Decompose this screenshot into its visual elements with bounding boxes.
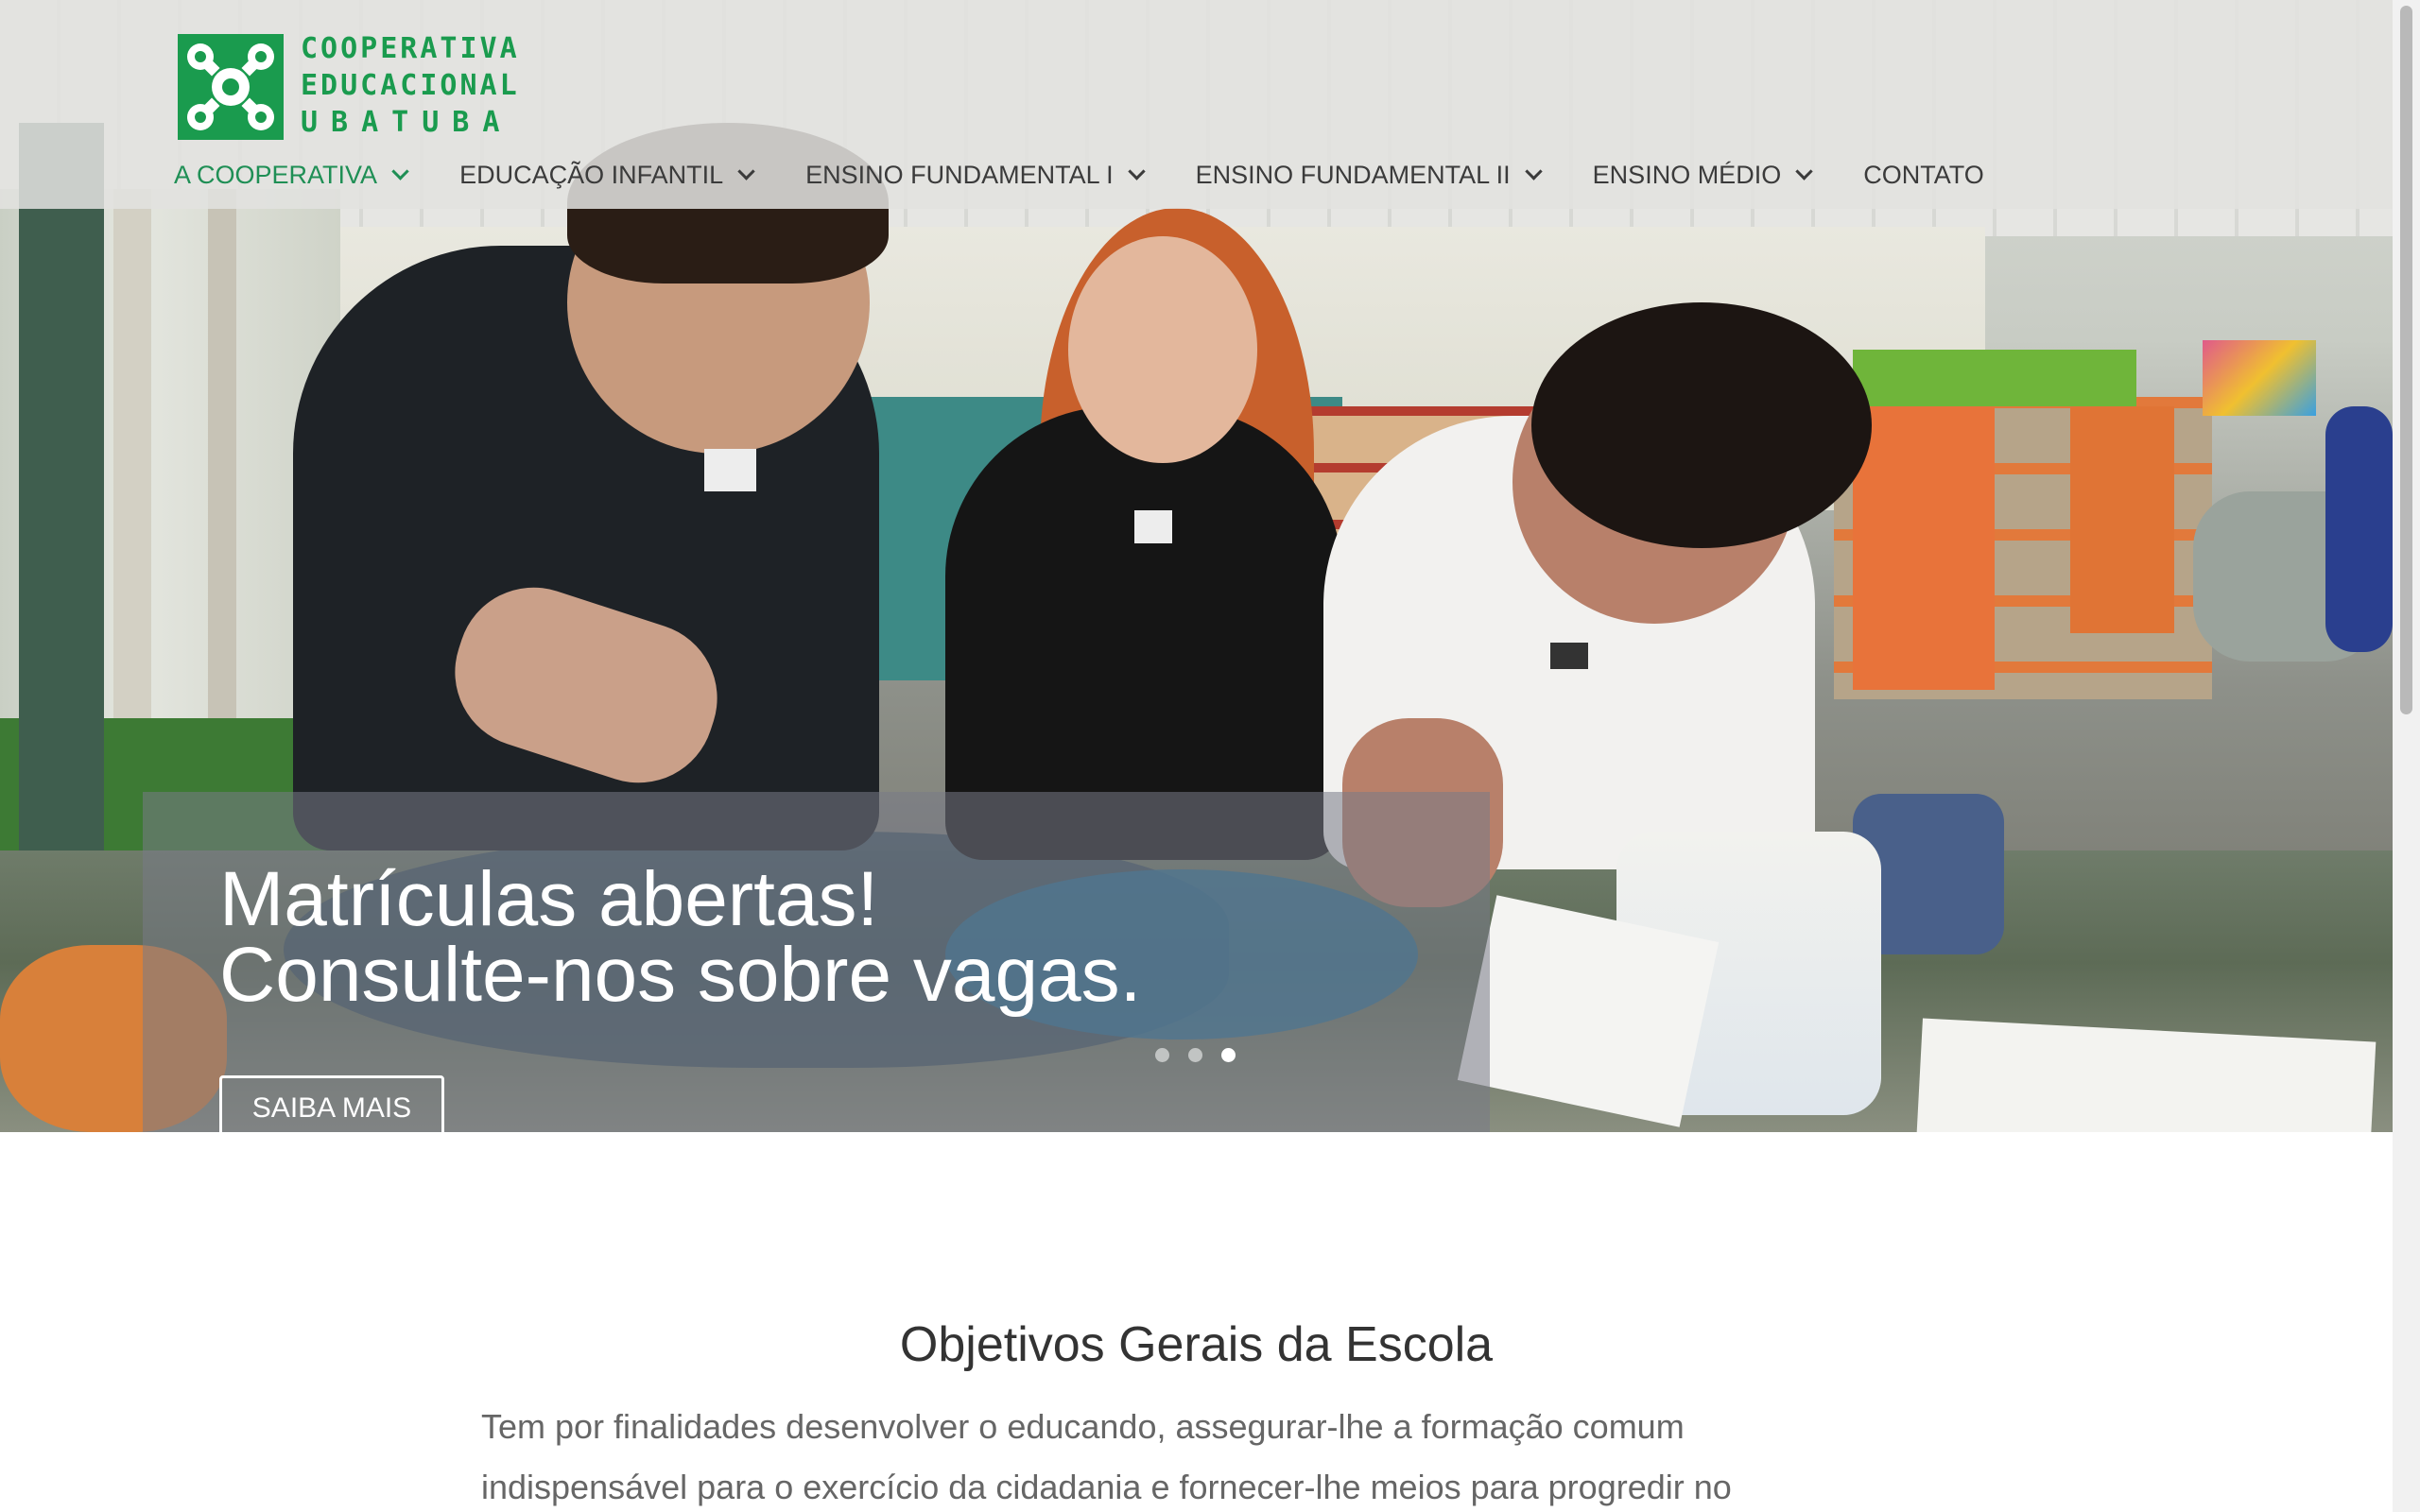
scrollbar-thumb[interactable] xyxy=(2400,6,2412,714)
nav-item-educacao-infantil[interactable]: EDUCAÇÃO INFANTIL xyxy=(459,160,755,190)
section-paragraph: Tem por finalidades desenvolver o educan… xyxy=(481,1407,1732,1506)
vertical-scrollbar[interactable] xyxy=(2393,0,2420,1512)
photo-cabinet xyxy=(1853,406,1995,690)
slide-title-line-1: Matrículas abertas! xyxy=(219,856,879,942)
section-title: Objetivos Gerais da Escola xyxy=(899,1317,1494,1372)
nav-item-label: ENSINO FUNDAMENTAL II xyxy=(1195,160,1511,189)
nav-item-ensino-medio[interactable]: ENSINO MÉDIO xyxy=(1592,160,1813,190)
logo-line-2: EDUCACIONAL xyxy=(301,69,520,102)
photo-person-hair xyxy=(1531,302,1872,548)
photo-poster xyxy=(2203,340,2316,416)
photo-shirt-logo xyxy=(704,449,756,491)
nav-item-label: A COOPERATIVA xyxy=(174,160,378,189)
slider-dot-3[interactable] xyxy=(1221,1048,1236,1062)
photo-shirt-logo xyxy=(1134,510,1172,543)
photo-cabinet xyxy=(2070,406,2174,633)
nav-item-label: CONTATO xyxy=(1863,160,1984,189)
chevron-down-icon xyxy=(1524,163,1543,180)
photo-shirt-logo xyxy=(1550,643,1588,669)
browser-viewport: Matrículas abertas! Consulte-nos sobre v… xyxy=(0,0,2420,1512)
nav-item-label: EDUCAÇÃO INFANTIL xyxy=(459,160,724,189)
slide-title: Matrículas abertas! Consulte-nos sobre v… xyxy=(219,856,1142,1018)
cooperativa-logo-icon[interactable] xyxy=(178,34,284,140)
slider-dot-2[interactable] xyxy=(1188,1048,1202,1062)
photo-person-background xyxy=(2325,406,2393,652)
photo-person-head xyxy=(1068,236,1257,463)
slider-pagination xyxy=(1155,1048,1236,1062)
photo-pillar xyxy=(19,123,104,898)
saiba-mais-button[interactable]: SAIBA MAIS xyxy=(219,1075,444,1132)
nav-item-a-cooperativa[interactable]: A COOPERATIVA xyxy=(174,160,409,190)
nav-item-contato[interactable]: CONTATO xyxy=(1863,161,1984,190)
logo-line-3: UBATUBA xyxy=(301,106,513,139)
chevron-down-icon xyxy=(1795,163,1813,180)
logo-line-1: COOPERATIVA xyxy=(301,32,520,65)
photo-bags xyxy=(1853,350,2136,406)
nav-item-label: ENSINO FUNDAMENTAL I xyxy=(805,160,1114,189)
chevron-down-icon xyxy=(391,163,409,180)
chevron-down-icon xyxy=(1127,163,1146,180)
slider-dot-1[interactable] xyxy=(1155,1048,1169,1062)
nav-item-ensino-fundamental-i[interactable]: ENSINO FUNDAMENTAL I xyxy=(805,160,1146,190)
hero-slider: Matrículas abertas! Consulte-nos sobre v… xyxy=(0,0,2393,1132)
nav-item-ensino-fundamental-ii[interactable]: ENSINO FUNDAMENTAL II xyxy=(1195,160,1543,190)
chevron-down-icon xyxy=(737,163,755,180)
main-content: Objetivos Gerais da Escola Tem por final… xyxy=(0,1132,2393,1512)
slide-title-line-2: Consulte-nos sobre vagas. xyxy=(219,932,1142,1018)
site-header: COOPERATIVA EDUCACIONAL UBATUBA A COOPER… xyxy=(0,0,2393,209)
nav-item-label: ENSINO MÉDIO xyxy=(1592,160,1782,189)
main-nav: A COOPERATIVA EDUCAÇÃO INFANTIL ENSINO F… xyxy=(174,156,2037,194)
site-logo-text[interactable]: COOPERATIVA EDUCACIONAL UBATUBA xyxy=(301,30,565,141)
